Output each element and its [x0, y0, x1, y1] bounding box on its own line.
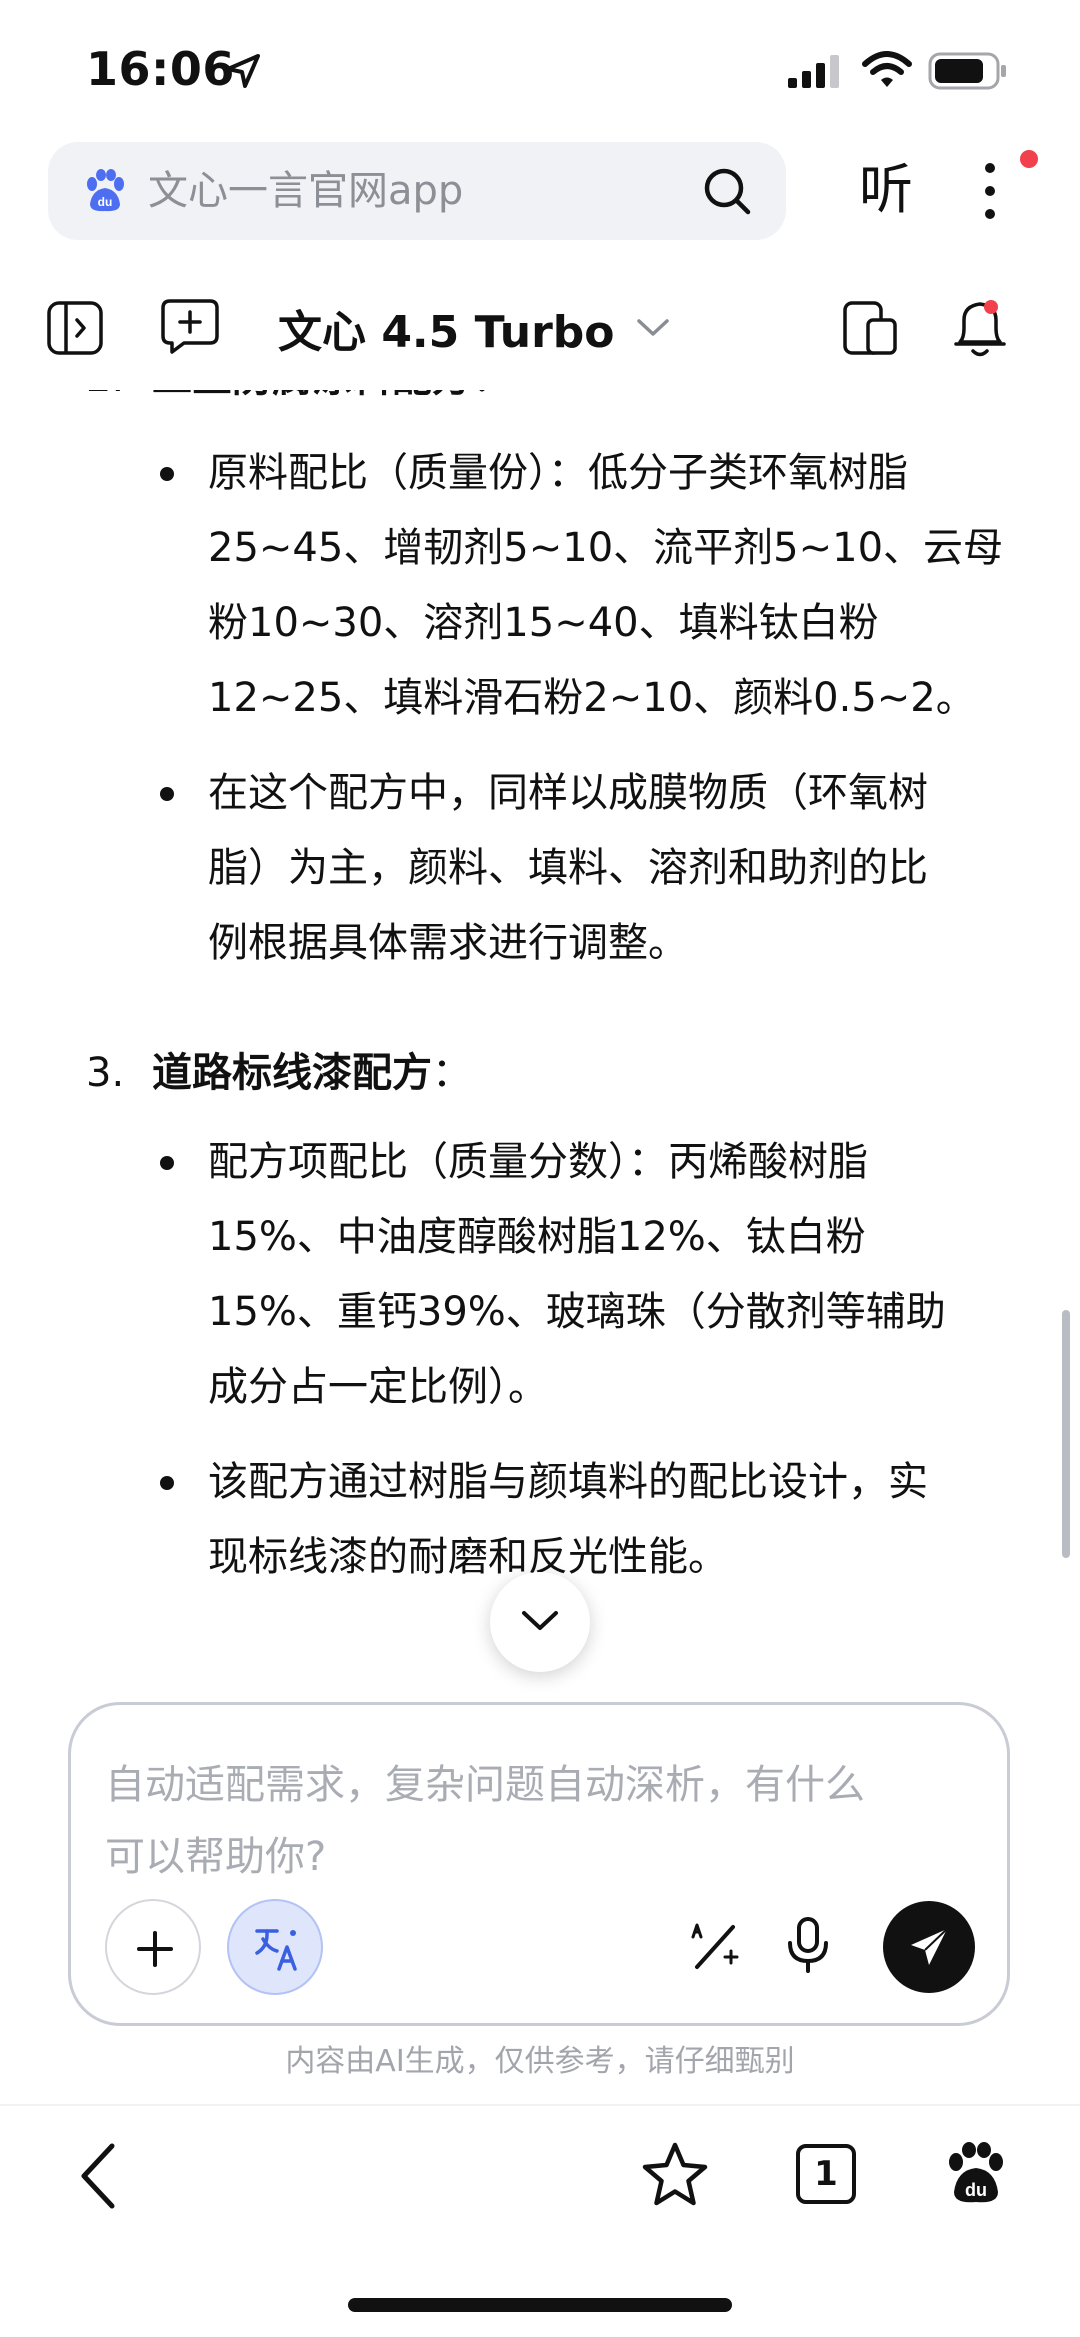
battery-icon: [928, 52, 1006, 90]
page: 16:06 du 文心一言官网app 听 文心 4.5 Turbo 原料配比（质…: [0, 0, 1080, 2337]
location-arrow-icon: [226, 54, 260, 88]
percent-icon[interactable]: [687, 1919, 743, 1975]
list-title: 工业防腐涂料配方: [152, 390, 472, 401]
svg-text:du: du: [98, 195, 113, 209]
scroll-to-bottom-button[interactable]: [490, 1572, 590, 1672]
svg-text:du: du: [965, 2180, 987, 2200]
wifi-icon: [862, 51, 912, 87]
bullet-paragraph: 在这个配方中，同样以成膜物质（环氧树 脂）为主，颜料、填料、溶剂和助剂的比 例根…: [208, 756, 1014, 981]
home-indicator: [348, 2298, 732, 2312]
text-line: 15%、重钙39%、玻璃珠（分散剂等辅助: [208, 1289, 946, 1335]
bullet-dot: [160, 1476, 174, 1490]
chevron-down-icon: [636, 319, 669, 336]
text-line: 现标线漆的耐磨和反光性能。: [208, 1534, 728, 1580]
text-line: 粉10~30、溶剂15~40、填料钛白粉: [208, 600, 879, 646]
text-line: 15%、中油度醇酸树脂12%、钛白粉: [208, 1214, 866, 1260]
text-line: 12~25、填料滑石粉2~10、颜料0.5~2。: [208, 675, 976, 721]
placeholder-line: 自动适配需求，复杂问题自动深析，有什么: [105, 1762, 865, 1808]
message-input[interactable]: 自动适配需求，复杂问题自动深析，有什么 可以帮助你?: [105, 1749, 985, 1893]
chat-response: 2.工业防腐涂料配方： 原料配比（质量份）：低分子类环氧树脂 25~45、增韧剂…: [0, 390, 1080, 1690]
status-time: 16:06: [86, 42, 235, 96]
list-title-suffix: ：: [472, 390, 512, 401]
sidebar-toggle-icon[interactable]: [46, 300, 104, 356]
baidu-paw-icon[interactable]: du: [944, 2140, 1008, 2206]
new-chat-icon[interactable]: [160, 298, 220, 356]
microphone-icon[interactable]: [783, 1915, 833, 1975]
bullet-dot: [160, 467, 174, 481]
tabs-count-button[interactable]: 1: [796, 2144, 856, 2204]
bullet-paragraph: 原料配比（质量份）：低分子类环氧树脂 25~45、增韧剂5~10、流平剂5~10…: [208, 436, 1014, 736]
placeholder-line: 可以帮助你?: [105, 1834, 327, 1880]
scrollbar[interactable]: [1062, 1310, 1070, 1558]
search-input[interactable]: 文心一言官网app: [148, 164, 463, 218]
add-attachment-button[interactable]: [105, 1899, 201, 1995]
send-plane-icon: [911, 1928, 948, 1965]
text-line: 在这个配方中，同样以成膜物质（环氧树: [208, 770, 928, 816]
bottom-divider: [0, 2104, 1080, 2106]
bell-notification-dot: [984, 300, 998, 314]
model-selector[interactable]: 文心 4.5 Turbo: [278, 296, 671, 360]
text-line: 原料配比（质量份）：低分子类环氧树脂: [208, 450, 908, 496]
device-switch-icon[interactable]: [842, 300, 898, 356]
baidu-paw-icon: du: [87, 169, 124, 212]
browser-search-bar[interactable]: du 文心一言官网app: [48, 142, 786, 240]
bullet-dot: [160, 787, 174, 801]
bullet-dot: [160, 1156, 174, 1170]
cellular-signal-icon: [788, 55, 839, 88]
message-composer[interactable]: 自动适配需求，复杂问题自动深析，有什么 可以帮助你?: [68, 1702, 1010, 2026]
back-arrow-icon[interactable]: [70, 2136, 130, 2216]
text-line: 25~45、增韧剂5~10、流平剂5~10、云母: [208, 525, 1004, 571]
text-line: 脂）为主，颜料、填料、溶剂和助剂的比: [208, 845, 928, 891]
chevron-down-icon: [522, 1611, 558, 1630]
star-icon[interactable]: [640, 2140, 710, 2210]
model-name: 文心 4.5 Turbo: [278, 307, 615, 358]
search-icon[interactable]: [700, 164, 754, 218]
smart-mode-button[interactable]: [227, 1899, 323, 1995]
listen-button[interactable]: 听: [846, 150, 926, 230]
more-options-icon[interactable]: [970, 156, 1010, 226]
list-item: 3. 道路标线漆配方：: [86, 1043, 472, 1103]
list-item: 2.工业防腐涂料配方：: [86, 390, 512, 408]
text-line: 例根据具体需求进行调整。: [208, 920, 688, 966]
ai-disclaimer: 内容由AI生成，仅供参考，请仔细甄别: [285, 2044, 795, 2079]
text-line: 配方项配比（质量分数）：丙烯酸树脂: [208, 1139, 868, 1185]
bullet-paragraph: 该配方通过树脂与颜填料的配比设计，实 现标线漆的耐磨和反光性能。: [208, 1445, 1014, 1595]
ai-translate-icon: [255, 1929, 297, 1971]
list-title-suffix: ：: [432, 1050, 472, 1096]
bell-icon[interactable]: [952, 296, 1008, 360]
bullet-paragraph: 配方项配比（质量分数）：丙烯酸树脂 15%、中油度醇酸树脂12%、钛白粉 15%…: [208, 1125, 1014, 1425]
text-line: 该配方通过树脂与颜填料的配比设计，实: [208, 1459, 928, 1505]
list-number: 3.: [86, 1050, 125, 1096]
list-number: 2.: [86, 390, 152, 408]
plus-icon: [137, 1931, 173, 1967]
notification-dot: [1020, 150, 1038, 168]
text-line: 成分占一定比例）。: [208, 1364, 548, 1410]
send-button[interactable]: [883, 1901, 975, 1993]
status-bar: 16:06: [0, 0, 1080, 130]
app-header: 文心 4.5 Turbo: [0, 288, 1080, 368]
list-title: 道路标线漆配方: [152, 1050, 432, 1096]
